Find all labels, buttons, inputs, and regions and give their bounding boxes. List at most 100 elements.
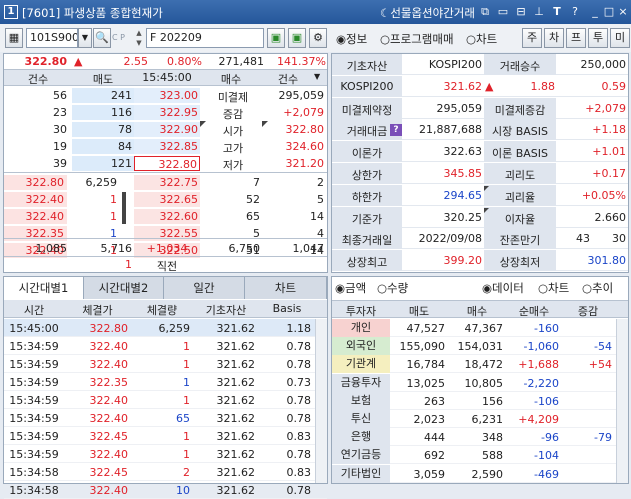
maximize-icon[interactable]: □ <box>602 5 616 19</box>
total-ask-qty: 5,716 <box>100 242 133 255</box>
ask-price[interactable]: 322.80 <box>134 156 200 171</box>
radio-info[interactable]: ◉정보 <box>336 31 367 47</box>
investor-change-header: 증감 <box>577 305 599 318</box>
info-row: 하한가 294.65 괴리율 +0.05% <box>332 184 628 206</box>
ask-price[interactable]: 323.00 <box>134 88 200 103</box>
info-value: +2,079 <box>585 101 626 115</box>
radio-empty-icon: ○ <box>380 32 391 46</box>
radio-amount[interactable]: ◉금액 <box>335 280 366 296</box>
table-row[interactable]: 15:34:59 322.40 1 321.62 0.78 <box>4 391 327 409</box>
text-icon[interactable]: T <box>550 5 564 19</box>
next-button[interactable]: ▣ <box>288 28 306 48</box>
investor-buy: 588 <box>482 449 503 463</box>
chart-button[interactable]: 차 <box>544 28 564 48</box>
help-icon[interactable]: ? <box>568 5 582 19</box>
radio-chart[interactable]: ○차트 <box>466 31 497 47</box>
prev-button[interactable]: ▣ <box>267 28 285 48</box>
ask-count: 39 <box>53 157 67 170</box>
program-button[interactable]: 프 <box>566 28 586 48</box>
code-input[interactable]: 101S9000 <box>26 28 78 48</box>
settings-button[interactable]: ⚙ <box>309 28 327 48</box>
minimize-icon[interactable]: _ <box>588 5 602 19</box>
table-row[interactable]: 은행 444 348 -96 -79 <box>332 428 628 447</box>
bid-price[interactable]: 322.75 <box>134 175 200 190</box>
info-value: 295,059 <box>436 101 483 115</box>
table-row[interactable]: 기관계 16,784 18,472 +1,688 +54 <box>332 355 628 374</box>
open-interest-button[interactable]: 미 <box>610 28 630 48</box>
ask-count-header: 건수 <box>27 73 49 86</box>
scroll-indicator[interactable] <box>122 192 126 224</box>
ask-info-label: 저가 <box>222 159 244 172</box>
window-number-badge: 1 <box>4 5 18 19</box>
trade-qty-cell: 1 <box>183 430 190 443</box>
window-icon[interactable]: ▭ <box>496 5 510 19</box>
table-row[interactable]: 15:34:59 322.40 65 321.62 0.78 <box>4 409 327 427</box>
header-dropdown-icon[interactable]: ▼ <box>314 72 326 81</box>
table-row[interactable]: 외국인 155,090 154,031 -1,060 -54 <box>332 337 628 356</box>
bid-price[interactable]: 322.65 <box>134 192 200 207</box>
scrollbar[interactable] <box>315 319 327 483</box>
night-trading-toggle[interactable]: ☾선물옵션야간거래 <box>380 5 475 21</box>
table-row[interactable]: 15:34:59 322.35 1 321.62 0.73 <box>4 373 327 391</box>
table-row[interactable]: 개인 47,527 47,367 -160 <box>332 319 628 337</box>
radio-program-trading[interactable]: ○프로그램매매 <box>380 31 454 47</box>
radio-empty-icon: ○ <box>538 281 549 295</box>
product-input[interactable]: F 202209 <box>146 28 264 48</box>
ask-info-value: +2,079 <box>283 106 324 119</box>
tick-price: 322.40 <box>25 210 65 223</box>
time-cell: 15:34:59 <box>9 358 59 371</box>
pin-icon[interactable]: ⊥ <box>532 5 546 19</box>
basis-cell: 0.83 <box>286 466 312 479</box>
info-value: KOSPI200 <box>428 58 482 71</box>
layout-icon[interactable]: ⊟ <box>514 5 528 19</box>
radio-info-label: 정보 <box>346 32 368 46</box>
ask-row: 39 121 322.80 저가 321.20 <box>4 155 327 172</box>
title-bar: 1 [7601] 파생상품 종합현재가 ☾선물옵션야간거래 ⧉ ▭ ⊟ ⊥ T … <box>0 0 631 24</box>
code-dropdown-button[interactable]: ▼ <box>78 28 92 48</box>
info-value: 294.65 <box>443 188 483 202</box>
link-icon[interactable]: ⧉ <box>478 5 492 19</box>
investor-net: +1,688 <box>518 358 559 372</box>
info-label: 잔존만기 <box>499 234 541 248</box>
trade-qty-cell: 1 <box>183 448 190 461</box>
time-panel: 시간대별1 시간대별2 일간 차트 시간 체결가 체결량 기초자산 Basis … <box>3 276 328 499</box>
ask-price[interactable]: 322.90 <box>134 122 200 137</box>
grid-menu-button[interactable]: ▦ <box>5 28 23 48</box>
ask-price[interactable]: 322.95 <box>134 105 200 120</box>
tab-daily[interactable]: 일간 <box>164 277 245 299</box>
table-row[interactable]: 연기금등 692 588 -104 <box>332 446 628 465</box>
help-icon[interactable]: ? <box>390 124 402 136</box>
ask-info-label: 증감 <box>222 108 244 121</box>
table-row[interactable]: 기타법인 3,059 2,590 -469 <box>332 464 628 483</box>
info-row: 상한가 345.85 괴리도 +0.17 <box>332 163 628 184</box>
stepper[interactable]: ▲ ▼ <box>134 28 144 48</box>
investor-buy: 2,590 <box>471 467 504 481</box>
table-row[interactable]: 15:34:59 322.40 1 321.62 0.78 <box>4 445 327 463</box>
stock-button[interactable]: 주 <box>522 28 542 48</box>
tab-time2[interactable]: 시간대별2 <box>84 277 164 299</box>
radio-data[interactable]: ◉데이터 <box>482 280 524 296</box>
bid-price[interactable]: 322.60 <box>134 209 200 224</box>
radio-quantity[interactable]: ○수량 <box>377 280 408 296</box>
table-row[interactable]: 보험 263 156 -106 <box>332 391 628 410</box>
scrollbar[interactable] <box>616 319 628 483</box>
basis-cell: 0.78 <box>286 412 312 425</box>
table-row[interactable]: 15:45:00 322.80 6,259 321.62 1.18 <box>4 319 327 337</box>
table-row[interactable]: 15:34:58 322.40 10 321.62 0.78 <box>4 481 327 499</box>
tab-time1[interactable]: 시간대별1 <box>4 277 84 299</box>
investor-button[interactable]: 투 <box>588 28 608 48</box>
tab-chart[interactable]: 차트 <box>245 277 327 299</box>
radio-investor-chart[interactable]: ○차트 <box>538 280 569 296</box>
table-row[interactable]: 금융투자 13,025 10,805 -2,220 <box>332 373 628 392</box>
search-button[interactable]: 🔍 <box>93 28 111 48</box>
table-row[interactable]: 15:34:59 322.40 1 321.62 0.78 <box>4 355 327 373</box>
table-row[interactable]: 15:34:59 322.45 1 321.62 0.83 <box>4 427 327 445</box>
ask-count: 30 <box>53 123 67 136</box>
table-row[interactable]: 15:34:59 322.40 1 321.62 0.78 <box>4 337 327 355</box>
close-icon[interactable]: × <box>616 5 630 19</box>
table-row[interactable]: 투신 2,023 6,231 +4,209 <box>332 410 628 428</box>
table-row[interactable]: 15:34:58 322.45 2 321.62 0.83 <box>4 463 327 481</box>
ask-price[interactable]: 322.85 <box>134 139 200 154</box>
radio-trend[interactable]: ○추이 <box>582 280 613 296</box>
corner-mark-icon <box>262 121 268 127</box>
